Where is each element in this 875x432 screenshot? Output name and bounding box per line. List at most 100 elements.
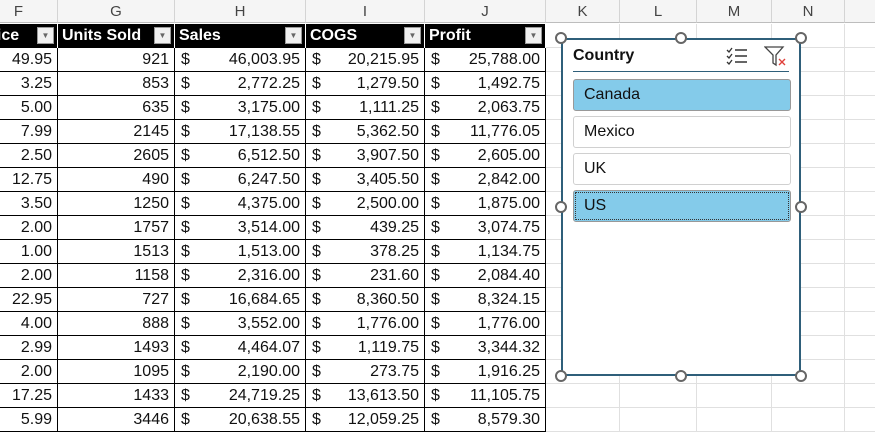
table-cell[interactable]: $3,074.75 bbox=[425, 216, 546, 240]
table-cell[interactable]: $2,084.40 bbox=[425, 264, 546, 288]
filter-dropdown-button[interactable]: ▼ bbox=[154, 27, 171, 44]
table-cell[interactable]: $1,776.00 bbox=[425, 312, 546, 336]
table-cell[interactable]: 2.00 bbox=[0, 264, 58, 288]
table-cell[interactable]: $6,512.50 bbox=[175, 144, 306, 168]
empty-cell[interactable] bbox=[546, 384, 620, 408]
table-cell[interactable]: 3.25 bbox=[0, 72, 58, 96]
resize-handle[interactable] bbox=[555, 201, 567, 213]
table-cell[interactable]: $3,514.00 bbox=[175, 216, 306, 240]
resize-handle[interactable] bbox=[675, 32, 687, 44]
table-cell[interactable]: $2,316.00 bbox=[175, 264, 306, 288]
table-cell[interactable]: $1,134.75 bbox=[425, 240, 546, 264]
table-cell[interactable]: 2145 bbox=[58, 120, 175, 144]
table-cell[interactable]: 22.95 bbox=[0, 288, 58, 312]
empty-cell[interactable] bbox=[845, 360, 875, 384]
table-cell[interactable]: $8,579.30 bbox=[425, 408, 546, 432]
table-cell[interactable]: $2,772.25 bbox=[175, 72, 306, 96]
empty-cell[interactable] bbox=[845, 408, 875, 432]
table-cell[interactable]: 7.99 bbox=[0, 120, 58, 144]
table-cell[interactable]: 1433 bbox=[58, 384, 175, 408]
table-cell[interactable]: 4.00 bbox=[0, 312, 58, 336]
column-header-F[interactable]: F bbox=[0, 0, 58, 23]
table-cell[interactable]: $1,111.25 bbox=[306, 96, 425, 120]
multi-select-icon[interactable] bbox=[726, 46, 748, 66]
slicer-item-mexico[interactable]: Mexico bbox=[573, 116, 791, 148]
table-cell[interactable]: 921 bbox=[58, 48, 175, 72]
resize-handle[interactable] bbox=[555, 32, 567, 44]
filter-dropdown-button[interactable]: ▼ bbox=[525, 27, 542, 44]
table-cell[interactable]: $3,552.00 bbox=[175, 312, 306, 336]
table-cell[interactable]: 5.00 bbox=[0, 96, 58, 120]
table-cell[interactable]: $231.60 bbox=[306, 264, 425, 288]
table-cell[interactable]: $2,063.75 bbox=[425, 96, 546, 120]
table-cell[interactable]: $439.25 bbox=[306, 216, 425, 240]
empty-cell[interactable] bbox=[845, 168, 875, 192]
empty-cell[interactable] bbox=[845, 240, 875, 264]
table-cell[interactable]: $2,190.00 bbox=[175, 360, 306, 384]
column-header-K[interactable]: K bbox=[546, 0, 620, 23]
table-cell[interactable]: 2.00 bbox=[0, 216, 58, 240]
table-header-cell[interactable]: Price ▼ bbox=[0, 24, 58, 48]
table-cell[interactable]: 3446 bbox=[58, 408, 175, 432]
table-cell[interactable]: $1,776.00 bbox=[306, 312, 425, 336]
table-cell[interactable]: $3,907.50 bbox=[306, 144, 425, 168]
empty-cell[interactable] bbox=[845, 48, 875, 72]
table-cell[interactable]: 1158 bbox=[58, 264, 175, 288]
empty-cell[interactable] bbox=[772, 384, 845, 408]
table-cell[interactable]: $3,175.00 bbox=[175, 96, 306, 120]
table-cell[interactable]: $25,788.00 bbox=[425, 48, 546, 72]
column-header-M[interactable]: M bbox=[697, 0, 772, 23]
table-header-cell[interactable]: Units Sold ▼ bbox=[58, 24, 175, 48]
empty-cell[interactable] bbox=[697, 408, 772, 432]
table-cell[interactable]: 635 bbox=[58, 96, 175, 120]
resize-handle[interactable] bbox=[555, 370, 567, 382]
filter-dropdown-button[interactable]: ▼ bbox=[404, 27, 421, 44]
empty-cell[interactable] bbox=[845, 264, 875, 288]
resize-handle[interactable] bbox=[675, 370, 687, 382]
table-cell[interactable]: 1513 bbox=[58, 240, 175, 264]
table-cell[interactable]: $1,513.00 bbox=[175, 240, 306, 264]
table-cell[interactable]: $3,344.32 bbox=[425, 336, 546, 360]
table-cell[interactable]: $1,119.75 bbox=[306, 336, 425, 360]
column-header-G[interactable]: G bbox=[58, 0, 175, 23]
table-cell[interactable]: $2,500.00 bbox=[306, 192, 425, 216]
resize-handle[interactable] bbox=[795, 32, 807, 44]
table-cell[interactable]: $13,613.50 bbox=[306, 384, 425, 408]
table-cell[interactable]: $3,405.50 bbox=[306, 168, 425, 192]
empty-cell[interactable] bbox=[845, 144, 875, 168]
table-cell[interactable]: $46,003.95 bbox=[175, 48, 306, 72]
table-cell[interactable]: $20,215.95 bbox=[306, 48, 425, 72]
column-header-J[interactable]: J bbox=[425, 0, 546, 23]
resize-handle[interactable] bbox=[795, 370, 807, 382]
table-cell[interactable]: $1,875.00 bbox=[425, 192, 546, 216]
table-cell[interactable]: 888 bbox=[58, 312, 175, 336]
table-header-cell[interactable]: Profit ▼ bbox=[425, 24, 546, 48]
table-cell[interactable]: 2605 bbox=[58, 144, 175, 168]
table-cell[interactable]: $4,464.07 bbox=[175, 336, 306, 360]
table-cell[interactable]: $1,279.50 bbox=[306, 72, 425, 96]
table-cell[interactable]: $378.25 bbox=[306, 240, 425, 264]
empty-cell[interactable] bbox=[845, 216, 875, 240]
table-cell[interactable]: 1757 bbox=[58, 216, 175, 240]
table-cell[interactable]: 490 bbox=[58, 168, 175, 192]
table-cell[interactable]: $273.75 bbox=[306, 360, 425, 384]
table-cell[interactable]: $8,360.50 bbox=[306, 288, 425, 312]
table-cell[interactable]: $1,492.75 bbox=[425, 72, 546, 96]
filter-dropdown-button[interactable]: ▼ bbox=[285, 27, 302, 44]
table-cell[interactable]: 1250 bbox=[58, 192, 175, 216]
empty-cell[interactable] bbox=[546, 408, 620, 432]
table-cell[interactable]: 727 bbox=[58, 288, 175, 312]
table-cell[interactable]: $6,247.50 bbox=[175, 168, 306, 192]
table-header-cell[interactable]: Sales ▼ bbox=[175, 24, 306, 48]
empty-cell[interactable] bbox=[772, 408, 845, 432]
resize-handle[interactable] bbox=[795, 201, 807, 213]
table-cell[interactable]: 1.00 bbox=[0, 240, 58, 264]
table-cell[interactable]: $2,842.00 bbox=[425, 168, 546, 192]
table-cell[interactable]: 49.95 bbox=[0, 48, 58, 72]
table-cell[interactable]: $20,638.55 bbox=[175, 408, 306, 432]
empty-cell[interactable] bbox=[845, 336, 875, 360]
column-header-H[interactable]: H bbox=[175, 0, 306, 23]
empty-cell[interactable] bbox=[620, 408, 697, 432]
empty-cell[interactable] bbox=[845, 384, 875, 408]
table-cell[interactable]: 2.50 bbox=[0, 144, 58, 168]
